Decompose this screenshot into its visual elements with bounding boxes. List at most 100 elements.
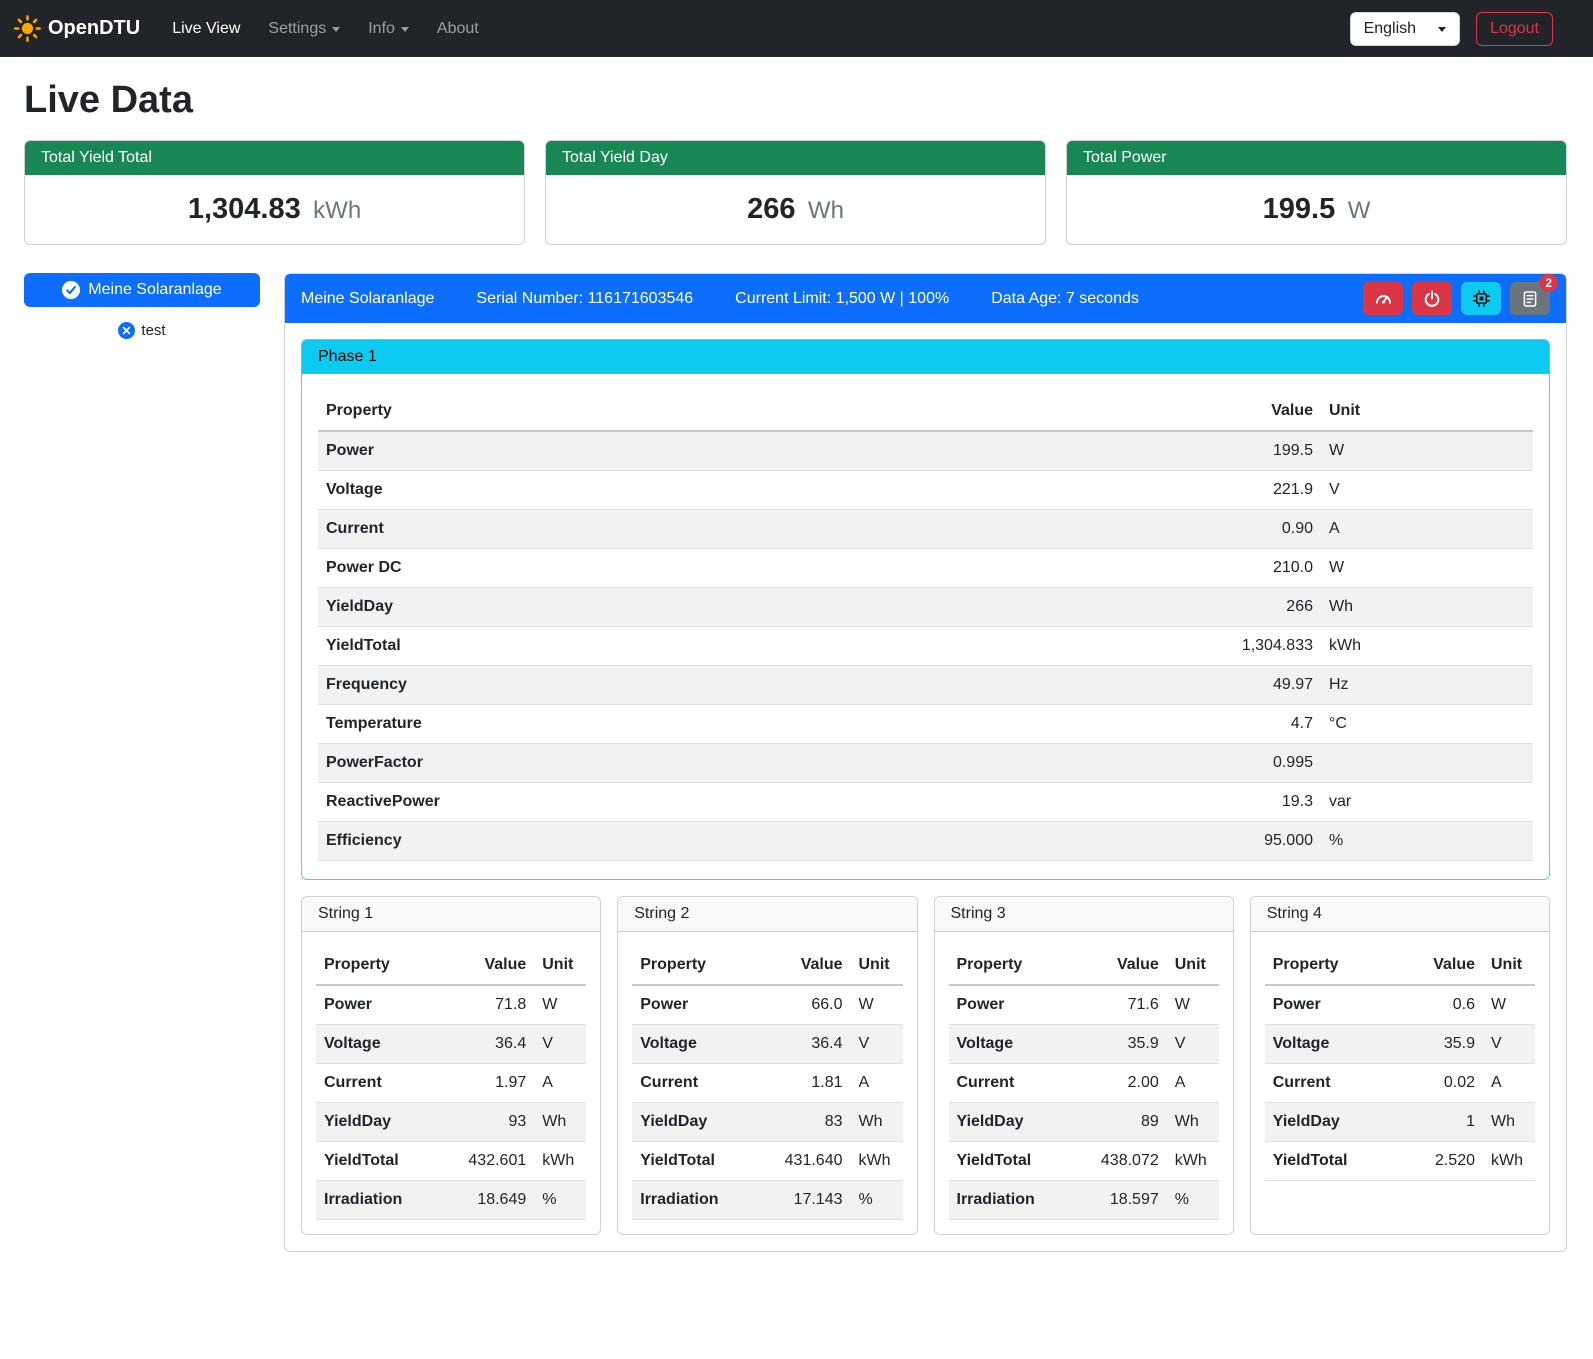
column-header-value: Value bbox=[460, 946, 534, 985]
inverter-select-meine-solaranlage[interactable]: Meine Solaranlage bbox=[24, 273, 260, 307]
string-card-body: Property Value Unit Power bbox=[935, 932, 1233, 1234]
value-cell: 18.649 bbox=[460, 1181, 534, 1220]
unit-cell: var bbox=[1321, 783, 1533, 822]
table-row: Current 2.00 A bbox=[949, 1064, 1219, 1103]
property-cell: YieldTotal bbox=[632, 1142, 776, 1181]
unit-cell: V bbox=[534, 1025, 586, 1064]
card-title: Total Yield Total bbox=[25, 141, 524, 175]
x-circle-icon bbox=[118, 322, 135, 339]
string-title: String 3 bbox=[935, 897, 1233, 932]
device-info-button[interactable] bbox=[1461, 282, 1501, 315]
string-title: String 4 bbox=[1251, 897, 1549, 932]
gauge-icon bbox=[1374, 289, 1393, 308]
brand-link[interactable]: OpenDTU bbox=[14, 15, 140, 42]
property-cell: Irradiation bbox=[632, 1181, 776, 1220]
card-body: 266 Wh bbox=[546, 175, 1045, 244]
column-header-unit: Unit bbox=[1167, 946, 1219, 985]
unit-cell: °C bbox=[1321, 705, 1533, 744]
nav-about[interactable]: About bbox=[423, 12, 493, 46]
table-row: Voltage 36.4 V bbox=[316, 1025, 586, 1064]
value-cell: 1.97 bbox=[460, 1064, 534, 1103]
unit-cell: kWh bbox=[851, 1142, 903, 1181]
property-cell: Power DC bbox=[318, 549, 1191, 588]
inverter-sidebar: Meine Solaranlage test bbox=[24, 273, 260, 343]
nav-settings[interactable]: Settings bbox=[254, 12, 354, 46]
value-cell: 0.90 bbox=[1191, 510, 1321, 549]
total-power-card: Total Power 199.5 W bbox=[1066, 140, 1567, 245]
limit-settings-button[interactable] bbox=[1363, 282, 1403, 315]
chevron-down-icon bbox=[401, 27, 409, 32]
unit-cell: Hz bbox=[1321, 666, 1533, 705]
value-cell: 0.02 bbox=[1409, 1064, 1483, 1103]
property-cell: Voltage bbox=[632, 1025, 776, 1064]
live-data-page: Live Data Total Yield Total 1,304.83 kWh… bbox=[0, 79, 1593, 1278]
property-cell: Voltage bbox=[1265, 1025, 1409, 1064]
table-row: PowerFactor 0.995 bbox=[318, 744, 1533, 783]
unit-cell: A bbox=[1167, 1064, 1219, 1103]
column-header-unit: Unit bbox=[1483, 946, 1535, 985]
value-cell: 93 bbox=[460, 1103, 534, 1142]
unit-cell: W bbox=[1483, 985, 1535, 1025]
value-cell: 66.0 bbox=[777, 985, 851, 1025]
nav-live-view[interactable]: Live View bbox=[158, 12, 254, 46]
event-log-button[interactable]: 2 bbox=[1510, 282, 1550, 315]
unit-cell: W bbox=[534, 985, 586, 1025]
property-cell: Power bbox=[949, 985, 1093, 1025]
column-header-property: Property bbox=[318, 392, 1191, 431]
property-cell: Current bbox=[949, 1064, 1093, 1103]
table-row: Power 66.0 W bbox=[632, 985, 902, 1025]
value-cell: 1 bbox=[1409, 1103, 1483, 1142]
property-cell: Voltage bbox=[949, 1025, 1093, 1064]
value-cell: 431.640 bbox=[777, 1142, 851, 1181]
string-table-body: Power 71.8 W Voltage 36.4 V bbox=[316, 985, 586, 1220]
unit-cell: Wh bbox=[1483, 1103, 1535, 1142]
table-row: Frequency 49.97 Hz bbox=[318, 666, 1533, 705]
nav-label: Settings bbox=[268, 20, 326, 38]
value-cell: 36.4 bbox=[460, 1025, 534, 1064]
card-value: 266 bbox=[747, 193, 795, 225]
card-body: 199.5 W bbox=[1067, 175, 1566, 244]
unit-cell: A bbox=[534, 1064, 586, 1103]
table-row: Efficiency 95.000 % bbox=[318, 822, 1533, 861]
table-header-row: Property Value Unit bbox=[318, 392, 1533, 431]
value-cell: 266 bbox=[1191, 588, 1321, 627]
property-cell: YieldDay bbox=[1265, 1103, 1409, 1142]
table-row: YieldDay 83 Wh bbox=[632, 1103, 902, 1142]
table-row: Power DC 210.0 W bbox=[318, 549, 1533, 588]
value-cell: 83 bbox=[777, 1103, 851, 1142]
value-cell: 19.3 bbox=[1191, 783, 1321, 822]
unit-cell: A bbox=[1321, 510, 1533, 549]
table-row: Current 1.81 A bbox=[632, 1064, 902, 1103]
unit-cell: kWh bbox=[534, 1142, 586, 1181]
power-button[interactable] bbox=[1412, 282, 1452, 315]
value-cell: 71.6 bbox=[1093, 985, 1167, 1025]
string-title: String 1 bbox=[302, 897, 600, 932]
page-title: Live Data bbox=[24, 79, 1567, 122]
column-header-property: Property bbox=[632, 946, 776, 985]
property-cell: Power bbox=[318, 431, 1191, 471]
string-card-body: Property Value Unit Power bbox=[1251, 932, 1549, 1195]
inverter-button-label: test bbox=[141, 322, 165, 339]
table-row: Current 1.97 A bbox=[316, 1064, 586, 1103]
inverter-name: Meine Solaranlage bbox=[301, 290, 434, 308]
language-select[interactable]: English bbox=[1350, 12, 1460, 46]
column-header-value: Value bbox=[1093, 946, 1167, 985]
inverter-select-test[interactable]: test bbox=[110, 318, 173, 343]
table-row: Power 0.6 W bbox=[1265, 985, 1535, 1025]
unit-cell: W bbox=[851, 985, 903, 1025]
inverter-button-label: Meine Solaranlage bbox=[88, 281, 221, 299]
property-cell: Power bbox=[316, 985, 460, 1025]
string-4-table: Property Value Unit Power bbox=[1265, 946, 1535, 1181]
string-4-card: String 4 Property Value Unit bbox=[1250, 896, 1550, 1235]
table-row: Current 0.90 A bbox=[318, 510, 1533, 549]
table-header-row: Property Value Unit bbox=[1265, 946, 1535, 985]
value-cell: 71.8 bbox=[460, 985, 534, 1025]
unit-cell: V bbox=[1483, 1025, 1535, 1064]
logout-button[interactable]: Logout bbox=[1476, 12, 1553, 46]
nav-info[interactable]: Info bbox=[354, 12, 423, 46]
table-row: Current 0.02 A bbox=[1265, 1064, 1535, 1103]
phase-1-card: Phase 1 Property Value Unit bbox=[301, 339, 1550, 880]
card-title: Total Power bbox=[1067, 141, 1566, 175]
card-unit: kWh bbox=[313, 197, 361, 224]
string-table-body: Power 66.0 W Voltage 36.4 V bbox=[632, 985, 902, 1220]
